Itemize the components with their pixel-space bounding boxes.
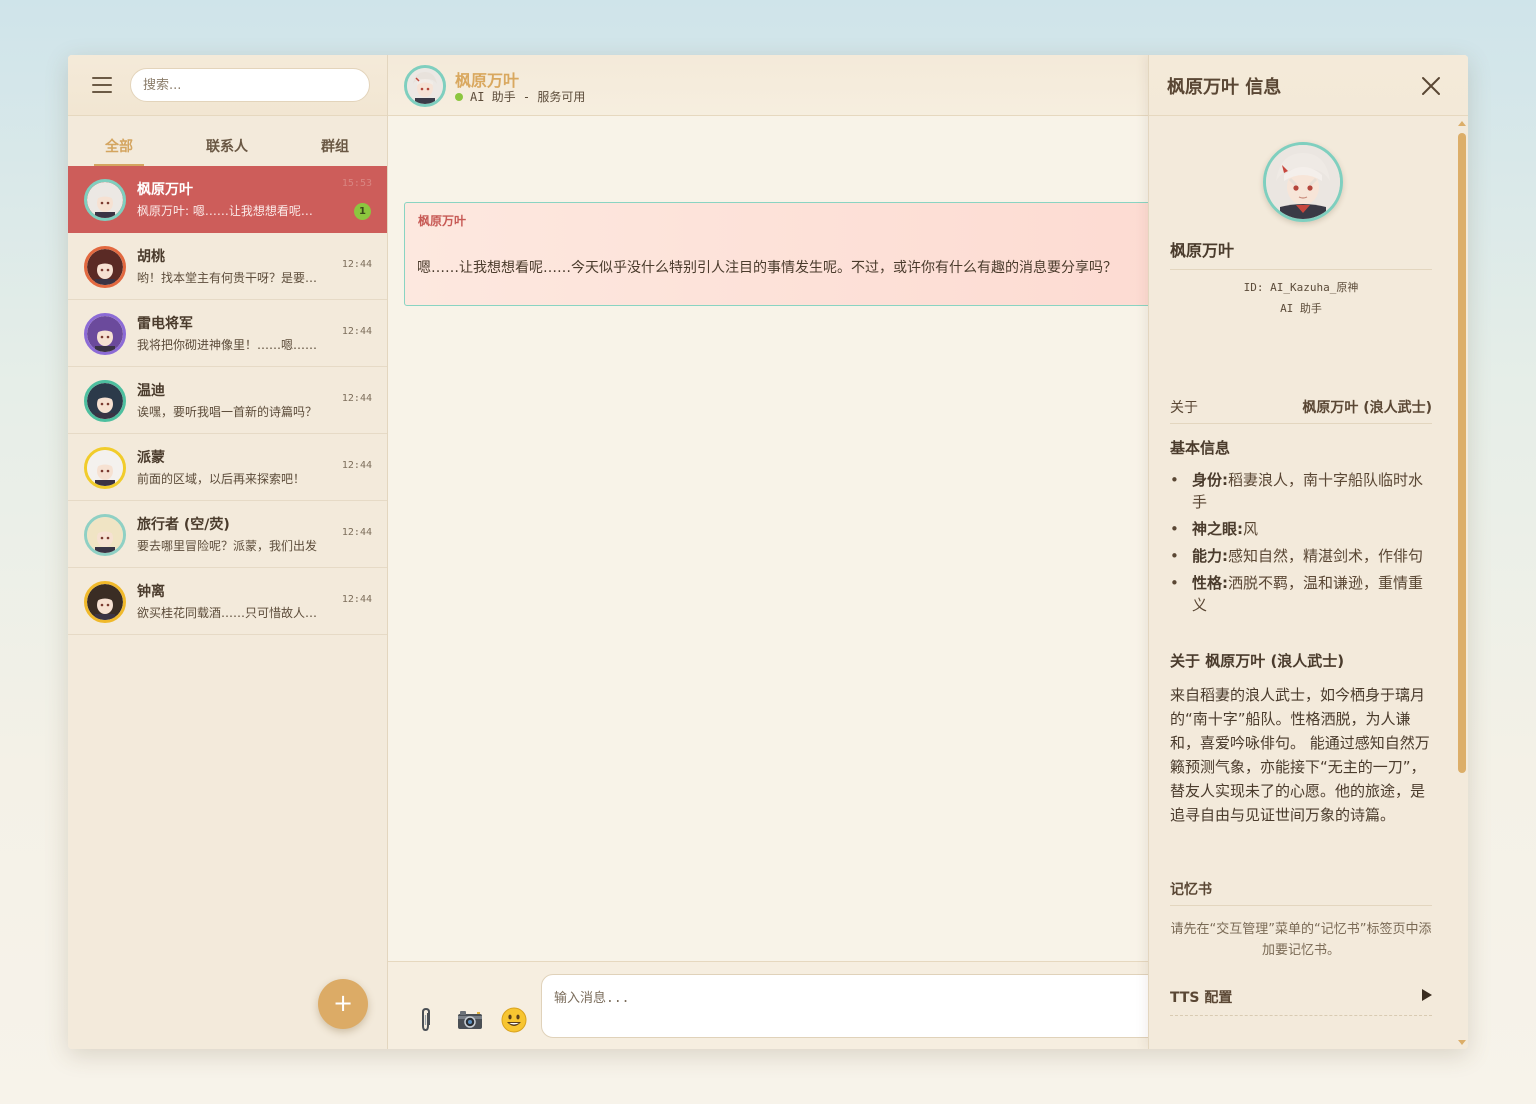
contact-avatar bbox=[84, 179, 126, 221]
camera-icon[interactable] bbox=[456, 1006, 484, 1034]
contact-avatar bbox=[84, 581, 126, 623]
message-time: 12:44 bbox=[341, 594, 372, 605]
conversation-item[interactable]: 胡桃哟！找本堂主有何贵干呀？是要订购 12:44 bbox=[68, 233, 387, 300]
basic-info-key: 性格: bbox=[1192, 574, 1228, 592]
conversation-item[interactable]: 旅行者 (空/荧) 要去哪里冒险呢？派蒙，我们出发 12:44 bbox=[68, 501, 387, 568]
scroll-down-arrow-icon[interactable] bbox=[1458, 1040, 1466, 1045]
smiley-emoji-icon[interactable] bbox=[500, 1006, 528, 1034]
contact-name: 枫原万叶 bbox=[137, 182, 193, 198]
about-label: 关于 bbox=[1170, 400, 1198, 416]
message-preview: 枫原万叶: 嗯……让我想想看呢……今天似乎没什么 bbox=[137, 204, 323, 218]
hamburger-menu-icon[interactable] bbox=[92, 77, 112, 93]
contact-name: 雷电将军 bbox=[137, 316, 193, 332]
basic-info-key: 能力: bbox=[1192, 547, 1228, 565]
contact-avatar bbox=[84, 380, 126, 422]
basic-info-value: 感知自然，精湛剑术，作俳句 bbox=[1228, 547, 1424, 565]
basic-info-heading: 基本信息 bbox=[1170, 439, 1231, 457]
memory-book-tip: 请先在“交互管理”菜单的“记忆书”标签页中添加要记忆书。 bbox=[1170, 922, 1432, 958]
triangle-right-icon bbox=[1422, 989, 1432, 1001]
panel-scrollbar[interactable] bbox=[1458, 121, 1466, 1045]
chat-status-text: AI 助手 - 服务可用 bbox=[470, 90, 586, 104]
message-preview: 哟！找本堂主有何贵干呀？是要订购 bbox=[137, 271, 323, 285]
message-preview: 诶嘿，要听我唱一首新的诗篇吗？ bbox=[137, 405, 318, 419]
message-time: 12:44 bbox=[341, 259, 372, 270]
add-conversation-button[interactable]: + bbox=[318, 979, 368, 1029]
message-text: 嗯……让我想想看呢……今天似乎没什么特别引人注目的事情发生呢。不过，或许你有什么… bbox=[417, 260, 1117, 276]
tab-contacts[interactable]: 联系人 bbox=[202, 136, 252, 166]
basic-info-value: 风 bbox=[1243, 520, 1259, 538]
sidebar-header bbox=[68, 55, 387, 116]
panel-header: 枫原万叶 信息 bbox=[1149, 55, 1468, 116]
message-preview: 欲买桂花同载酒……只可惜故人何在 bbox=[137, 606, 323, 620]
sidebar: 全部 联系人 群组 枫原万叶枫原万叶: 嗯……让我想想看呢……今天似乎没什么 15… bbox=[68, 55, 388, 1049]
basic-info-item: 性格:洒脱不羁，温和谦逊，重情重义 bbox=[1170, 572, 1432, 616]
message-preview: 前面的区域，以后再来探索吧！ bbox=[137, 472, 306, 486]
basic-info-list: 身份:稻妻浪人，南十字船队临时水手神之眼:风能力:感知自然，精湛剑术，作俳句性格… bbox=[1170, 469, 1432, 621]
profile-role: AI 助手 bbox=[1280, 302, 1322, 315]
close-icon[interactable] bbox=[1421, 76, 1441, 96]
conversation-item[interactable]: 派蒙前面的区域，以后再来探索吧！ 12:44 bbox=[68, 434, 387, 501]
message-time: 15:53 bbox=[341, 178, 372, 189]
tab-all[interactable]: 全部 bbox=[94, 136, 144, 166]
message-preview: 要去哪里冒险呢？派蒙，我们出发 bbox=[137, 539, 318, 553]
online-status-dot bbox=[455, 92, 463, 101]
scroll-thumb[interactable] bbox=[1458, 133, 1466, 773]
profile-avatar bbox=[1263, 142, 1343, 222]
chat-area: 枫原万叶 AI 助手 - 服务可用 枫原万叶 嗯……让我想想看呢……今天似乎没什… bbox=[388, 55, 1181, 1049]
conversation-tabs: 全部 联系人 群组 bbox=[68, 116, 387, 166]
character-description: 来自稻妻的浪人武士，如今栖身于璃月的“南十字”船队。性格洒脱，为人谦和，喜爱吟咏… bbox=[1170, 686, 1430, 824]
conversation-item[interactable]: 雷电将军我将把你砌进神像里！……嗯…… 12:44 bbox=[68, 300, 387, 367]
chat-app-window: 全部 联系人 群组 枫原万叶枫原万叶: 嗯……让我想想看呢……今天似乎没什么15… bbox=[68, 55, 1468, 1049]
message-composer bbox=[388, 961, 1181, 1049]
contact-name: 胡桃 bbox=[137, 249, 165, 265]
contact-name: 温迪 bbox=[137, 383, 165, 399]
conversation-item[interactable]: 温迪诶嘿，要听我唱一首新的诗篇吗？ 12:44 bbox=[68, 367, 387, 434]
profile-id: ID: AI_Kazuha_原神 bbox=[1243, 281, 1359, 294]
basic-info-item: 能力:感知自然，精湛剑术，作俳句 bbox=[1170, 545, 1432, 567]
profile-name: 枫原万叶 bbox=[1170, 241, 1235, 260]
message-time: 12:44 bbox=[341, 393, 372, 404]
basic-info-item: 神之眼:风 bbox=[1170, 518, 1432, 540]
profile-id-block: ID: AI_Kazuha_原神 AI 助手 bbox=[1170, 277, 1432, 319]
message-time: 12:44 bbox=[341, 527, 372, 538]
chat-status: AI 助手 - 服务可用 bbox=[455, 88, 585, 105]
message-time: 12:44 bbox=[341, 460, 372, 471]
basic-info-key: 神之眼: bbox=[1192, 520, 1243, 538]
contact-avatar bbox=[84, 447, 126, 489]
contact-avatar bbox=[84, 313, 126, 355]
tab-groups[interactable]: 群组 bbox=[310, 136, 360, 166]
message-input[interactable] bbox=[541, 974, 1181, 1038]
contact-avatar bbox=[84, 246, 126, 288]
chat-avatar[interactable] bbox=[404, 65, 446, 107]
tts-config-section[interactable]: TTS 配置 bbox=[1170, 987, 1432, 1016]
conversation-item[interactable]: 钟离欲买桂花同载酒……只可惜故人何在 12:44 bbox=[68, 568, 387, 635]
basic-info-item: 身份:稻妻浪人，南十字船队临时水手 bbox=[1170, 469, 1432, 513]
divider bbox=[1170, 269, 1432, 270]
about-value: 枫原万叶 (浪人武士) bbox=[1302, 400, 1432, 416]
contact-info-panel: 枫原万叶 信息 枫原万叶 ID: AI_Kazuha_原神 AI 助手 关于 枫… bbox=[1148, 55, 1468, 1049]
contact-name: 派蒙 bbox=[137, 450, 165, 466]
message-time: 12:44 bbox=[341, 326, 372, 337]
chat-header: 枫原万叶 AI 助手 - 服务可用 bbox=[388, 55, 1148, 116]
about-row: 关于 枫原万叶 (浪人武士) bbox=[1170, 397, 1432, 424]
memory-book-heading: 记忆书 bbox=[1170, 879, 1432, 906]
tts-config-label: TTS 配置 bbox=[1170, 990, 1233, 1006]
message-bubble[interactable]: 枫原万叶 嗯……让我想想看呢……今天似乎没什么特别引人注目的事情发生呢。不过，或… bbox=[404, 202, 1174, 306]
unread-badge: 1 bbox=[354, 203, 371, 220]
search-input[interactable] bbox=[130, 68, 370, 102]
message-preview: 我将把你砌进神像里！……嗯…… bbox=[137, 338, 318, 352]
contact-name: 钟离 bbox=[137, 584, 165, 600]
basic-info-key: 身份: bbox=[1192, 471, 1228, 489]
message-sender: 枫原万叶 bbox=[418, 214, 467, 228]
contact-avatar bbox=[84, 514, 126, 556]
paperclip-icon[interactable] bbox=[412, 1006, 440, 1034]
conversation-list: 枫原万叶枫原万叶: 嗯……让我想想看呢……今天似乎没什么 15:53 1 胡桃哟！找本… bbox=[68, 166, 387, 635]
about-heading: 关于 枫原万叶 (浪人武士) bbox=[1170, 652, 1345, 670]
scroll-up-arrow-icon[interactable] bbox=[1458, 121, 1466, 126]
panel-title: 枫原万叶 信息 bbox=[1167, 77, 1282, 98]
contact-name: 旅行者 (空/荧) bbox=[137, 517, 230, 533]
conversation-item[interactable]: 枫原万叶枫原万叶: 嗯……让我想想看呢……今天似乎没什么 15:53 1 bbox=[68, 166, 387, 233]
